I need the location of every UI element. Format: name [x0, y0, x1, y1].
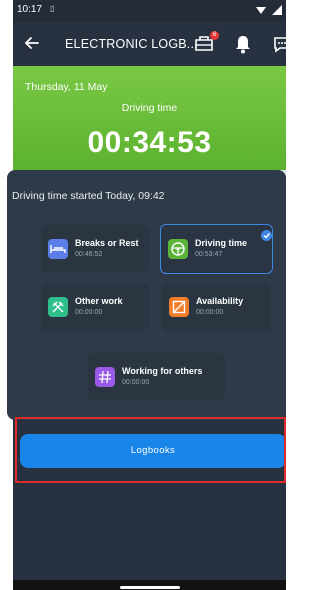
chat-icon[interactable] [272, 34, 286, 54]
hammers-icon [48, 297, 68, 317]
tile-title: Driving time [195, 238, 248, 248]
tile-title: Working for others [122, 366, 203, 376]
tile-time: 00:46:52 [75, 251, 103, 258]
hash-icon [95, 367, 115, 387]
current-activity-label: Driving time [121, 102, 178, 114]
app-title: ELECTRONIC LOGB... [65, 37, 198, 51]
tile-other-work[interactable]: Other work 00:00:00 [41, 283, 149, 331]
bell-icon[interactable] [234, 34, 252, 54]
tile-time: 00:00:00 [196, 309, 224, 316]
current-date: Thursday, 11 May [25, 81, 108, 93]
notification-badge: 6 [210, 31, 219, 40]
tile-time: 00:53:47 [195, 251, 223, 258]
wifi-signal-icon [256, 5, 282, 15]
home-indicator[interactable] [120, 586, 180, 589]
app-bar: ELECTRONIC LOGB... 6 [13, 22, 286, 66]
tile-driving-time[interactable]: Driving time 00:53:47 [160, 224, 273, 274]
activity-timer: 00:34:53 [87, 126, 212, 159]
tile-time: 00:00:00 [75, 309, 103, 316]
steering-wheel-icon [168, 239, 188, 259]
tile-title: Availability [196, 296, 244, 306]
tile-title: Other work [75, 296, 123, 306]
system-nav-bar [13, 580, 286, 590]
bed-icon [48, 239, 68, 259]
driving-time-header: Thursday, 11 May Driving time 00:34:53 [13, 66, 286, 170]
tile-breaks-or-rest[interactable]: Breaks or Rest 00:46:52 [41, 225, 149, 273]
sim-card-icon: ▯ [50, 4, 55, 13]
tile-time: 00:00:00 [122, 379, 150, 386]
selected-check-icon [261, 230, 272, 241]
tile-availability[interactable]: Availability 00:00:00 [162, 283, 271, 331]
status-time: 10:17 [17, 4, 43, 15]
status-bar: 10:17 ▯ [13, 0, 286, 22]
tile-title: Breaks or Rest [75, 238, 139, 248]
back-arrow-icon[interactable] [23, 34, 41, 52]
highlight-box [15, 417, 286, 483]
tile-working-for-others[interactable]: Working for others 00:00:00 [88, 353, 225, 401]
availability-icon [169, 297, 189, 317]
activity-started-text: Driving time started Today, 09:42 [12, 190, 165, 202]
